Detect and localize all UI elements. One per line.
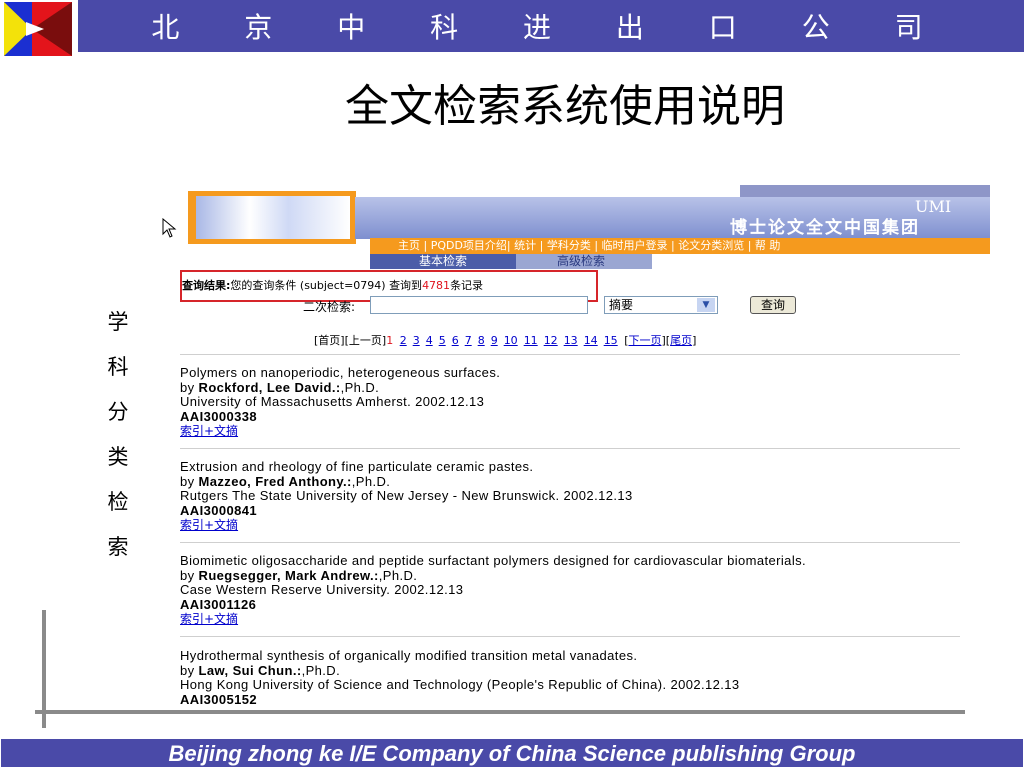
- pager-page[interactable]: 5: [439, 334, 446, 347]
- pager-page[interactable]: 7: [465, 334, 472, 347]
- record-author: Rockford, Lee David.:: [198, 379, 341, 395]
- pager-page[interactable]: 2: [400, 334, 407, 347]
- pagination: [首页][上一页]1 2 3 4 5 6 7 8 9 10 11 12 13 14 15 [下一页][尾页…: [314, 332, 696, 348]
- banner-title: 博士论文全文中国集团: [730, 218, 920, 238]
- banner-notch: [740, 185, 990, 197]
- footer-text: Beijing zhong ke I/E Company of China Sc…: [168, 741, 856, 766]
- pager-page[interactable]: 11: [524, 334, 538, 347]
- pager-next[interactable]: 下一页: [628, 334, 661, 347]
- side-char: 分: [107, 400, 129, 424]
- divider: [180, 448, 960, 449]
- record-title: Extrusion and rheology of fine particula…: [180, 459, 534, 474]
- record-title: Hydrothermal synthesis of organically mo…: [180, 648, 638, 663]
- pager-page[interactable]: 14: [584, 334, 598, 347]
- side-char: 检: [107, 490, 129, 514]
- pager-last[interactable]: 尾页: [670, 334, 692, 347]
- side-char: 索: [107, 535, 129, 559]
- record-author-line: by Ruegsegger, Mark Andrew.:,Ph.D.: [180, 567, 418, 583]
- record-school: Rutgers The State University of New Jers…: [180, 488, 633, 503]
- banner-light-burst: [196, 196, 350, 239]
- pager-page[interactable]: 6: [452, 334, 459, 347]
- site-nav[interactable]: 主页 | PQDD项目介绍| 统计 | 学科分类 | 临时用户登录 | 论文分类…: [370, 238, 990, 254]
- chevron-down-icon[interactable]: ▼: [697, 298, 715, 312]
- record-id: AAI3000841: [180, 502, 257, 518]
- result-condition: 您的查询条件 (subject=0794) 查询到: [230, 279, 423, 292]
- divider: [180, 542, 960, 543]
- umi-logo: UMI: [915, 197, 952, 216]
- pager-bracket: ]: [692, 334, 697, 347]
- record-author-line: by Law, Sui Chun.:,Ph.D.: [180, 662, 341, 678]
- record-title: Biomimetic oligosaccharide and peptide s…: [180, 553, 807, 568]
- pager-current: 1: [386, 334, 394, 347]
- tab-basic-search[interactable]: 基本检索: [370, 254, 516, 269]
- pager-page[interactable]: 12: [544, 334, 558, 347]
- record-author: Law, Sui Chun.:: [198, 662, 302, 678]
- pager-page[interactable]: 3: [413, 334, 420, 347]
- tab-advanced-search[interactable]: 高级检索: [510, 254, 652, 269]
- pager-page[interactable]: 10: [504, 334, 518, 347]
- result-summary: 查询结果:您的查询条件 (subject=0794) 查询到4781条记录: [182, 277, 483, 293]
- decorative-horizontal-line: [35, 710, 965, 714]
- side-char: 类: [107, 445, 129, 469]
- second-search-label: 二次检索:: [303, 300, 356, 314]
- pager-page[interactable]: 13: [564, 334, 578, 347]
- list-item: Extrusion and rheology of fine particula…: [180, 459, 980, 533]
- divider: [180, 636, 960, 637]
- record-school: Hong Kong University of Science and Tech…: [180, 677, 740, 692]
- divider: [180, 354, 960, 355]
- record-id: AAI3000338: [180, 408, 257, 424]
- second-search-input[interactable]: [370, 296, 588, 314]
- pager-page[interactable]: 8: [478, 334, 485, 347]
- pager-prev: [上一页]: [344, 334, 387, 347]
- result-label: 查询结果:: [182, 279, 231, 292]
- list-item: Biomimetic oligosaccharide and peptide s…: [180, 553, 980, 627]
- record-id: AAI3001126: [180, 596, 257, 612]
- record-abstract-link[interactable]: 索引+文摘: [180, 612, 238, 626]
- company-title: 北 京 中 科 进 出 口 公 司: [151, 11, 951, 44]
- result-suffix: 条记录: [450, 279, 484, 292]
- pager-first: [首页]: [314, 334, 345, 347]
- slide-title: 全文检索系统使用说明: [345, 81, 785, 132]
- query-button[interactable]: 查询: [750, 296, 796, 314]
- pager-page[interactable]: 9: [491, 334, 498, 347]
- record-author-line: by Rockford, Lee David.:,Ph.D.: [180, 379, 380, 395]
- company-logo-icon: [4, 2, 72, 56]
- pager-page[interactable]: 4: [426, 334, 433, 347]
- record-title: Polymers on nanoperiodic, heterogeneous …: [180, 365, 501, 380]
- record-abstract-link[interactable]: 索引+文摘: [180, 518, 238, 532]
- side-char: 学: [107, 310, 129, 334]
- record-school: Case Western Reserve University. 2002.12…: [180, 582, 464, 597]
- side-char: 科: [107, 355, 129, 379]
- record-abstract-link[interactable]: 索引+文摘: [180, 424, 238, 438]
- record-author: Ruegsegger, Mark Andrew.:: [198, 567, 379, 583]
- record-author: Mazzeo, Fred Anthony.:: [198, 473, 352, 489]
- side-text: 学 科 分 类 检 索: [100, 300, 136, 570]
- list-item: Hydrothermal synthesis of organically mo…: [180, 648, 980, 707]
- pager-page[interactable]: 15: [604, 334, 618, 347]
- field-select-value: 摘要: [609, 298, 634, 312]
- record-author-line: by Mazzeo, Fred Anthony.:,Ph.D.: [180, 473, 391, 489]
- list-item: Polymers on nanoperiodic, heterogeneous …: [180, 365, 980, 439]
- record-school: University of Massachusetts Amherst. 200…: [180, 394, 485, 409]
- result-count: 4781: [422, 279, 451, 292]
- cursor-arrow-icon: [162, 218, 177, 238]
- record-id: AAI3005152: [180, 691, 257, 707]
